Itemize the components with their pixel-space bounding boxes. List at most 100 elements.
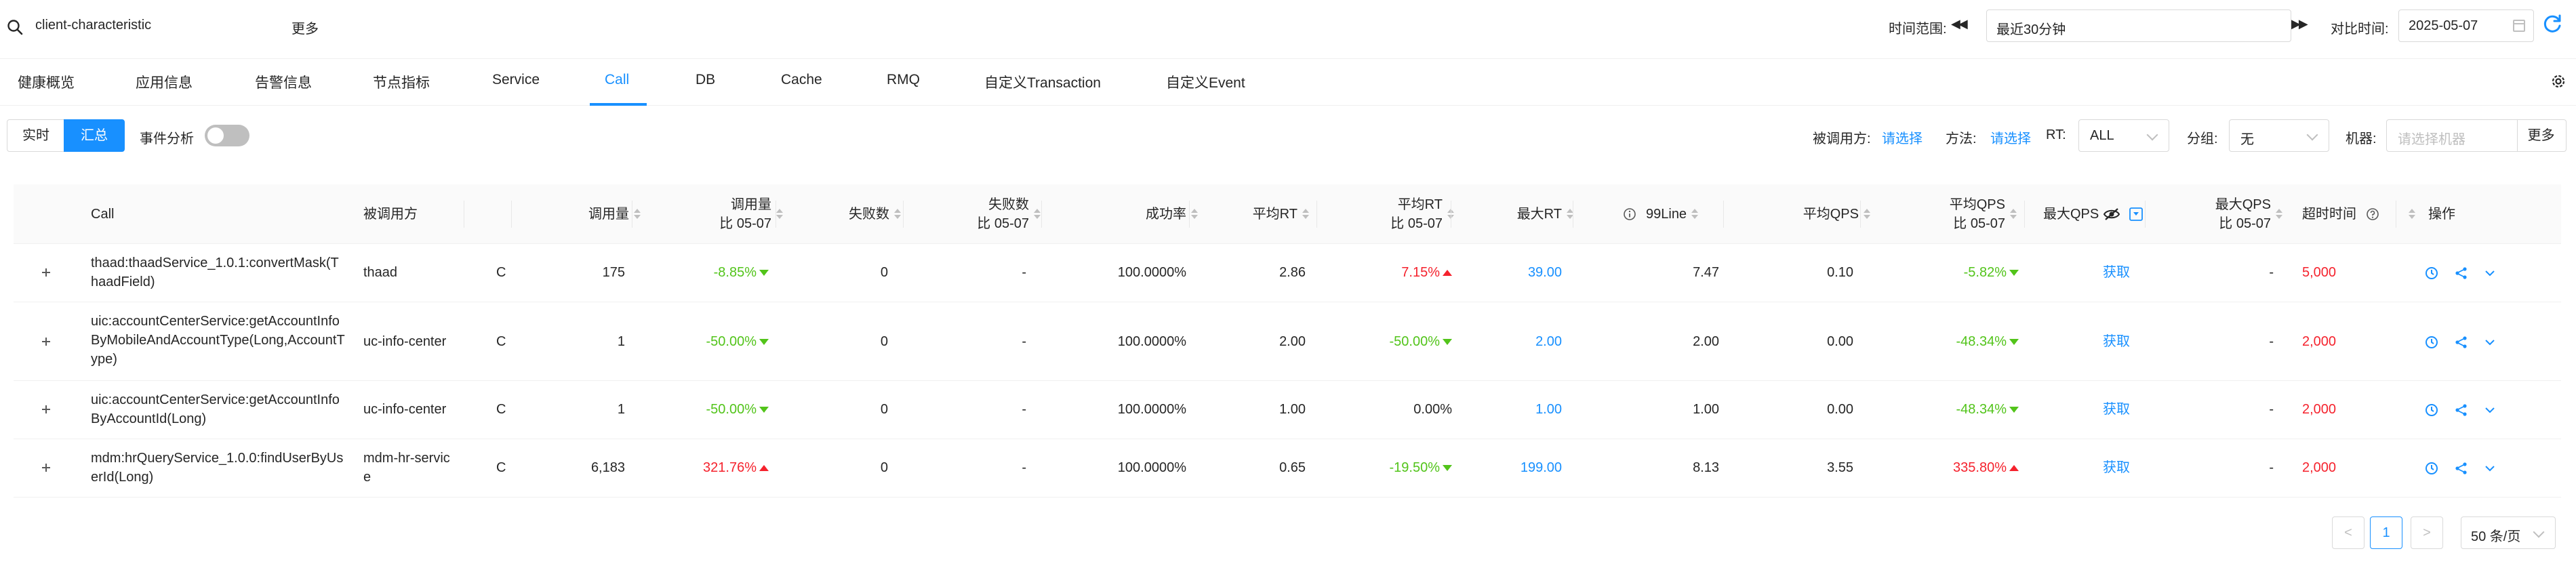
- col-avg-qps-header[interactable]: 平均QPS: [1729, 184, 1871, 244]
- time-prev-icon[interactable]: ◀◀: [1951, 17, 1968, 31]
- share-icon[interactable]: [2454, 403, 2469, 418]
- col-fail-cmp-header[interactable]: 失败数比 05-07: [908, 184, 1041, 244]
- col-success-rate-header[interactable]: 成功率: [1044, 184, 1199, 244]
- gear-icon[interactable]: [2549, 72, 2568, 91]
- pagination-page-1[interactable]: 1: [2370, 516, 2402, 549]
- sort-icon[interactable]: [893, 208, 902, 220]
- line99-cell: 2.00: [1693, 334, 1719, 349]
- fetch-max-qps-link[interactable]: 获取: [2103, 263, 2130, 282]
- history-icon[interactable]: [2424, 403, 2439, 418]
- avg-rt-cell: 0.65: [1279, 460, 1306, 475]
- history-icon[interactable]: [2424, 335, 2439, 350]
- share-icon[interactable]: [2454, 266, 2469, 281]
- table-row[interactable]: uic:accountCenterService:getAccountInfo B…: [14, 381, 2561, 439]
- time-next-icon[interactable]: ▶▶: [2291, 17, 2308, 31]
- tab-app-info[interactable]: 应用信息: [136, 72, 193, 92]
- history-icon[interactable]: [2424, 266, 2439, 281]
- col-avg-qps-cmp-header[interactable]: 平均QPS 比 05-07: [1871, 184, 2017, 244]
- col-calls-header[interactable]: 调用量: [529, 184, 641, 244]
- filter-more-button[interactable]: 更多: [2516, 119, 2567, 152]
- share-icon[interactable]: [2454, 335, 2469, 350]
- filter-square-icon[interactable]: [2129, 207, 2144, 222]
- tab-call[interactable]: Call: [605, 72, 629, 88]
- decrease-arrow-icon: [2009, 270, 2019, 277]
- search-icon[interactable]: [5, 18, 26, 38]
- fail-cmp-cell: -: [1022, 460, 1026, 475]
- chevron-down-icon[interactable]: [2482, 461, 2497, 476]
- tab-node-metrics[interactable]: 节点指标: [373, 72, 430, 92]
- table-row[interactable]: mdm:hrQueryService_1.0.0:findUserByUs erI…: [14, 439, 2561, 498]
- max-rt-cell[interactable]: 199.00: [1457, 458, 1562, 477]
- tab-rmq[interactable]: RMQ: [887, 72, 920, 88]
- chevron-down-icon[interactable]: [2482, 403, 2497, 418]
- max-rt-cell[interactable]: 1.00: [1457, 400, 1562, 419]
- summary-button[interactable]: 汇总: [64, 119, 125, 152]
- ops-sort-header[interactable]: [2404, 184, 2424, 244]
- tab-db[interactable]: DB: [696, 72, 715, 88]
- share-icon[interactable]: [2454, 461, 2469, 476]
- sort-icon[interactable]: [2009, 208, 2017, 220]
- expand-row-icon[interactable]: [39, 461, 53, 474]
- group-filter-label: 分组:: [2187, 131, 2218, 146]
- eye-invisible-icon[interactable]: [2103, 207, 2120, 222]
- table-row[interactable]: uic:accountCenterService:getAccountInfo B…: [14, 302, 2561, 381]
- method-filter-select[interactable]: 请选择: [1990, 127, 2031, 147]
- sort-icon[interactable]: [1302, 208, 1310, 220]
- success-rate-cell: 100.0000%: [1117, 265, 1186, 280]
- sort-icon[interactable]: [1190, 208, 1199, 220]
- event-analysis-toggle[interactable]: [205, 125, 249, 146]
- pagination-prev-button[interactable]: <: [2332, 516, 2364, 549]
- app-more-button[interactable]: 更多: [291, 18, 319, 37]
- rt-select[interactable]: ALL: [2078, 119, 2169, 152]
- group-select[interactable]: 无: [2229, 119, 2329, 152]
- col-calls-cmp-header[interactable]: 调用量比 05-07: [644, 184, 784, 244]
- col-avg-rt-cmp-header[interactable]: 平均RT 比 05-07: [1322, 184, 1455, 244]
- compare-date-picker[interactable]: 2025-05-07: [2398, 9, 2534, 42]
- callee-cell: thaad: [363, 265, 398, 280]
- sort-icon[interactable]: [633, 208, 641, 220]
- fetch-max-qps-link[interactable]: 获取: [2103, 400, 2130, 419]
- table-row[interactable]: thaad:thaadService_1.0.1:convertMask(T ha…: [14, 244, 2561, 302]
- callee-cell: uc-info-center: [363, 402, 447, 417]
- col-max-qps-cmp-header[interactable]: 最大QPS 比 05-07: [2149, 184, 2283, 244]
- tab-service[interactable]: Service: [492, 72, 540, 88]
- pagination-next-button[interactable]: >: [2411, 516, 2443, 549]
- refresh-icon[interactable]: [2541, 12, 2564, 35]
- col-max-rt-header[interactable]: 最大RT: [1457, 184, 1574, 244]
- chevron-down-icon[interactable]: [2482, 335, 2497, 350]
- tab-health-overview[interactable]: 健康概览: [18, 72, 75, 92]
- sort-icon[interactable]: [776, 208, 784, 220]
- chevron-down-icon[interactable]: [2482, 266, 2497, 281]
- expand-row-icon[interactable]: [39, 266, 53, 279]
- tab-alert-info[interactable]: 告警信息: [255, 72, 312, 92]
- time-range-label: 时间范围:: [1889, 22, 1947, 37]
- fetch-max-qps-link[interactable]: 获取: [2103, 458, 2130, 477]
- realtime-button[interactable]: 实时: [7, 119, 65, 152]
- history-icon[interactable]: [2424, 461, 2439, 476]
- tab-custom-transaction[interactable]: 自定义Transaction: [984, 72, 1101, 92]
- compare-time-label: 对比时间:: [2331, 22, 2389, 37]
- tab-cache[interactable]: Cache: [781, 72, 822, 88]
- col-99line-header[interactable]: 99Line: [1623, 184, 1731, 244]
- col-fail-header[interactable]: 失败数: [786, 184, 902, 244]
- sort-icon[interactable]: [1691, 208, 1699, 220]
- max-rt-cell[interactable]: 39.00: [1457, 263, 1562, 282]
- help-icon[interactable]: [2366, 207, 2379, 221]
- fetch-max-qps-link[interactable]: 获取: [2103, 332, 2130, 351]
- page-size-select[interactable]: 50 条/页: [2461, 516, 2556, 549]
- expand-row-icon[interactable]: [39, 335, 53, 348]
- expand-row-icon[interactable]: [39, 403, 53, 416]
- time-range-select[interactable]: 最近30分钟: [1986, 9, 2291, 42]
- sort-icon[interactable]: [2275, 208, 2283, 220]
- sort-icon[interactable]: [2408, 208, 2416, 220]
- tab-custom-event[interactable]: 自定义Event: [1166, 72, 1245, 92]
- callee-filter-select[interactable]: 请选择: [1882, 127, 1923, 147]
- sort-icon[interactable]: [1033, 208, 1041, 220]
- sort-icon[interactable]: [1863, 208, 1871, 220]
- col-avg-rt-header[interactable]: 平均RT: [1207, 184, 1310, 244]
- max-rt-cell[interactable]: 2.00: [1457, 332, 1562, 351]
- decrease-arrow-icon: [759, 407, 769, 413]
- event-analysis-label: 事件分析: [140, 131, 194, 146]
- app-name-input[interactable]: client-characteristic: [35, 18, 151, 33]
- machine-select[interactable]: 请选择机器: [2386, 119, 2518, 152]
